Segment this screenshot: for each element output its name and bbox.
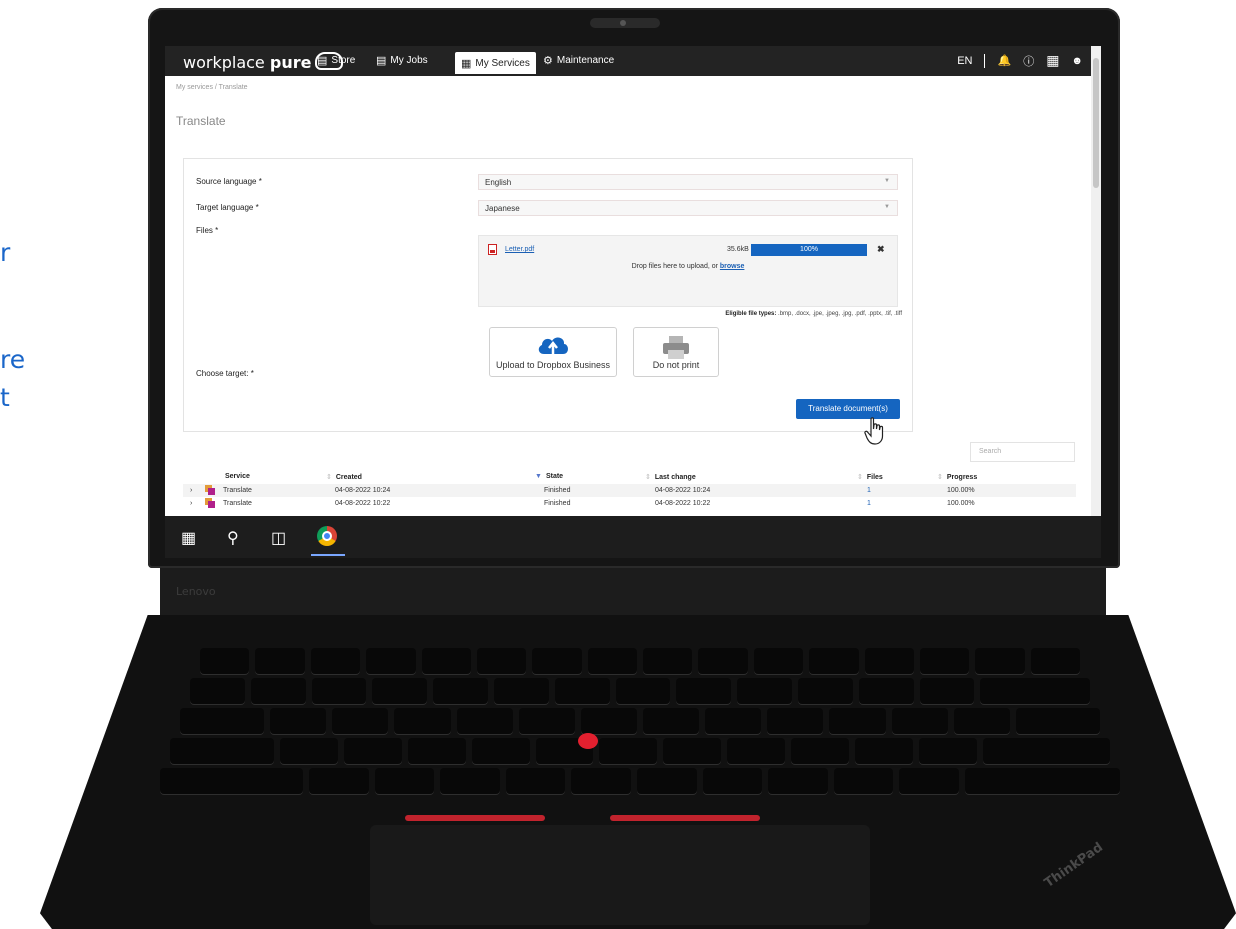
cell-service: Translate	[223, 487, 252, 494]
column-last-change[interactable]: ⇕ Last change	[645, 473, 696, 481]
eligible-file-types: Eligible file types: .bmp, .docx, .jpe, …	[725, 311, 902, 317]
store-icon: ▤	[317, 55, 328, 67]
promo-text-fragment-2: re	[0, 345, 26, 374]
column-state[interactable]: ▼ State	[535, 473, 563, 480]
webcam	[590, 18, 660, 28]
chin-brand-logo: Lenovo	[176, 585, 216, 598]
laptop-screen: workplace pure ▤ Store ▤ My Jobs ▦ My Se…	[165, 46, 1101, 558]
drop-instructions: Drop files here to upload, or browse	[631, 263, 745, 270]
choose-target-label: Choose target: *	[196, 369, 254, 378]
nav-right-tools: EN 🔔 ⓘ ▦ ☻	[957, 52, 1083, 69]
sort-icon: ⇕	[937, 474, 943, 481]
hand-cursor-icon	[864, 417, 884, 445]
translate-service-icon	[205, 498, 215, 508]
column-created[interactable]: ⇕ Created	[326, 473, 362, 481]
cell-state: Finished	[544, 500, 571, 507]
nav-store[interactable]: ▤ Store	[317, 54, 355, 67]
chrome-icon[interactable]	[317, 526, 337, 546]
column-files[interactable]: ⇕ Files	[857, 473, 883, 481]
touchpad-left-button-stripe	[405, 815, 545, 821]
search-input[interactable]: Search	[970, 442, 1075, 462]
nav-maintenance[interactable]: ⚙ Maintenance	[543, 54, 614, 67]
task-view-icon[interactable]: ◫	[271, 528, 286, 548]
pdf-file-icon	[488, 244, 497, 255]
upload-progress-bar: 100%	[751, 244, 867, 256]
sort-icon: ⇕	[326, 474, 332, 481]
files-label: Files *	[196, 226, 219, 235]
cell-created: 04-08-2022 10:24	[335, 487, 391, 494]
cell-progress: 100.00%	[947, 500, 975, 507]
cloud-upload-icon	[538, 337, 568, 354]
sort-desc-icon: ▼	[535, 473, 542, 480]
target-language-select[interactable]: Japanese ▼	[478, 200, 898, 216]
nav-my-jobs[interactable]: ▤ My Jobs	[376, 54, 428, 67]
top-navigation-bar: workplace pure ▤ Store ▤ My Jobs ▦ My Se…	[165, 46, 1091, 76]
browse-link[interactable]: browse	[720, 263, 745, 270]
keyboard	[160, 640, 1120, 810]
windows-start-icon[interactable]: ▦	[181, 528, 196, 548]
cell-created: 04-08-2022 10:22	[335, 500, 391, 507]
cell-files[interactable]: 1	[867, 487, 871, 494]
chevron-down-icon: ▼	[884, 204, 890, 210]
target-language-label: Target language *	[196, 203, 259, 212]
scrollbar-thumb[interactable]	[1093, 58, 1099, 188]
gear-icon: ⚙	[543, 55, 553, 67]
search-icon[interactable]: ⚲	[227, 528, 239, 548]
help-icon[interactable]: ⓘ	[1023, 53, 1034, 69]
divider	[984, 53, 986, 68]
active-app-indicator	[311, 554, 345, 556]
printer-icon	[663, 336, 689, 359]
table-row[interactable]: › Translate 04-08-2022 10:24 Finished 04…	[183, 484, 1076, 497]
grid-icon: ▦	[461, 57, 472, 70]
cell-state: Finished	[544, 487, 571, 494]
user-icon[interactable]: ☻	[1071, 55, 1083, 67]
printer-icon: ▤	[376, 55, 387, 67]
apps-grid-icon[interactable]: ▦	[1046, 52, 1059, 69]
table-header: Service ⇕ Created ▼ State ⇕ Last change ⇕ Fi…	[183, 471, 1076, 483]
cell-last-change: 04-08-2022 10:24	[655, 487, 711, 494]
sort-icon: ⇕	[857, 474, 863, 481]
translate-form: Source language * English ▼ Target langu…	[183, 158, 913, 445]
column-progress[interactable]: ⇕ Progress	[937, 473, 977, 481]
chevron-down-icon: ▼	[884, 178, 890, 184]
page-title: Translate	[176, 114, 226, 128]
cell-files[interactable]: 1	[867, 500, 871, 507]
touchpad-right-button-stripe	[610, 815, 760, 821]
file-size: 35.6kB	[727, 246, 749, 253]
expand-row-icon[interactable]: ›	[190, 500, 192, 507]
promo-text-fragment-1: r	[0, 238, 11, 267]
upload-progress-fill: 100%	[751, 244, 867, 256]
laptop-chin	[160, 568, 1106, 618]
language-selector[interactable]: EN	[957, 55, 972, 67]
translate-service-icon	[205, 485, 215, 495]
bell-icon[interactable]: 🔔	[997, 54, 1011, 67]
cell-progress: 100.00%	[947, 487, 975, 494]
cell-service: Translate	[223, 500, 252, 507]
sort-icon: ⇕	[645, 474, 651, 481]
translate-documents-button[interactable]: Translate document(s)	[796, 399, 900, 419]
remove-file-icon[interactable]: ✖	[877, 244, 885, 255]
touchpad	[370, 825, 870, 925]
uploaded-file-link[interactable]: Letter.pdf	[505, 246, 534, 253]
source-language-select[interactable]: English ▼	[478, 174, 898, 190]
windows-taskbar: ▦ ⚲ ◫	[165, 516, 1101, 558]
trackpoint	[578, 733, 598, 749]
breadcrumb[interactable]: My services / Translate	[176, 84, 248, 91]
nav-my-services[interactable]: ▦ My Services	[455, 52, 536, 74]
cell-last-change: 04-08-2022 10:22	[655, 500, 711, 507]
expand-row-icon[interactable]: ›	[190, 487, 192, 494]
file-dropzone[interactable]: Letter.pdf 35.6kB 100% ✖ Drop files here…	[478, 235, 898, 307]
source-language-label: Source language *	[196, 177, 262, 186]
page-scrollbar[interactable]	[1091, 46, 1101, 558]
promo-text-fragment-3: t	[0, 383, 10, 412]
column-service[interactable]: Service	[225, 473, 250, 480]
target-dropbox-button[interactable]: Upload to Dropbox Business	[489, 327, 617, 377]
target-do-not-print-button[interactable]: Do not print	[633, 327, 719, 377]
table-row[interactable]: › Translate 04-08-2022 10:22 Finished 04…	[183, 497, 1076, 510]
